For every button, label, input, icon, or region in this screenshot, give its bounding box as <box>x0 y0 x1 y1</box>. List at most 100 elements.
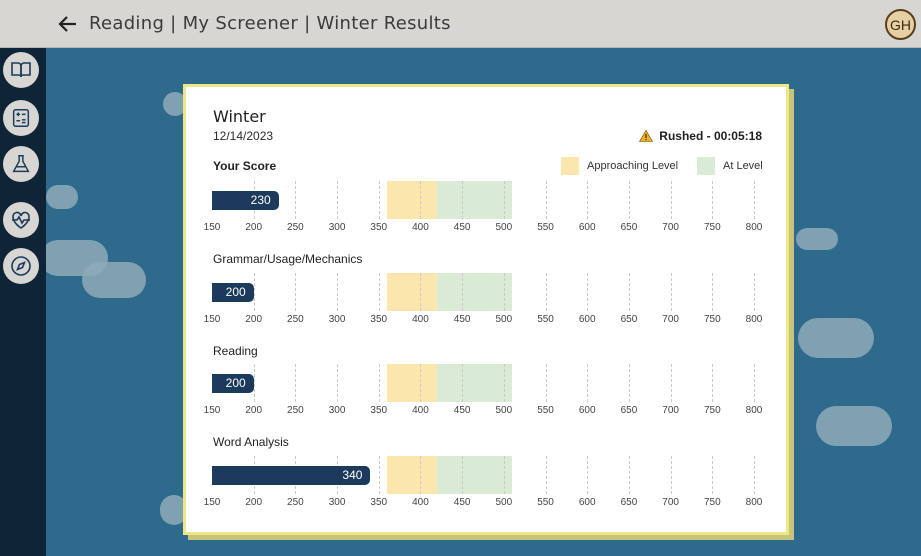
tick-label: 600 <box>578 405 596 416</box>
cloud <box>798 318 874 358</box>
section-label-word-analysis: Word Analysis <box>213 435 289 449</box>
tick-label: 650 <box>620 405 638 416</box>
gridline <box>462 456 464 494</box>
gridline <box>462 181 464 219</box>
gridline <box>754 456 755 494</box>
gridline <box>712 181 714 219</box>
tick-label: 250 <box>287 405 304 416</box>
gridline <box>337 181 339 219</box>
tick-label: 550 <box>537 314 554 325</box>
sidebar-item-math[interactable] <box>3 100 39 136</box>
gridline <box>670 364 672 402</box>
gridline <box>503 273 505 311</box>
tick-label: 150 <box>203 497 221 508</box>
band-at-level <box>437 456 513 494</box>
cloud <box>796 228 838 250</box>
gridline <box>628 364 630 402</box>
cloud <box>46 185 78 209</box>
tick-label: 300 <box>328 222 346 233</box>
tick-label: 500 <box>495 497 513 508</box>
band-at-level <box>437 273 513 311</box>
tick-label: 350 <box>370 222 388 233</box>
sidebar-item-explore[interactable] <box>3 248 39 284</box>
gridline <box>754 273 755 311</box>
legend-swatch-at-level <box>697 157 715 175</box>
sidebar <box>0 0 46 556</box>
tick-label: 350 <box>370 314 388 325</box>
section-label-reading: Reading <box>213 344 258 358</box>
gridline <box>378 181 380 219</box>
tick-label: 800 <box>745 222 763 233</box>
gridline <box>295 364 297 402</box>
score-chart-your-score: 150 200 250 300 350 400 450 500 550 600 650 700 750 8… <box>186 181 792 237</box>
back-button[interactable] <box>54 10 82 38</box>
gridline <box>587 364 589 402</box>
gridline <box>545 273 547 311</box>
calculator-icon <box>12 109 30 127</box>
gridline <box>587 456 589 494</box>
tick-label: 600 <box>578 314 596 325</box>
tick-label: 550 <box>537 497 554 508</box>
tick-label: 500 <box>495 314 513 325</box>
gridline <box>420 364 422 402</box>
test-date: 12/14/2023 <box>213 129 274 143</box>
gridline <box>587 273 589 311</box>
gridline <box>545 456 547 494</box>
gridline <box>712 364 714 402</box>
tick-label: 800 <box>745 497 763 508</box>
gridline <box>295 181 297 219</box>
band-at-level <box>437 364 513 402</box>
gridline <box>337 273 339 311</box>
tick-label: 650 <box>620 497 638 508</box>
tick-label: 800 <box>745 405 763 416</box>
heart-pulse-icon <box>12 211 30 229</box>
tick-label: 150 <box>203 314 221 325</box>
gridline <box>670 456 672 494</box>
band-approaching-level <box>387 364 438 402</box>
tick-label: 550 <box>537 405 554 416</box>
tick-label: 400 <box>412 222 429 233</box>
gridline <box>378 364 380 402</box>
avatar[interactable]: GH <box>885 9 916 40</box>
gridline <box>628 181 630 219</box>
tick-label: 200 <box>245 497 263 508</box>
score-chart-reading: 150 200 250 300 350 400 450 500 550 600 650 700 750 8… <box>186 364 792 420</box>
tick-label: 750 <box>703 405 721 416</box>
gridline <box>420 456 422 494</box>
tick-label: 250 <box>287 314 304 325</box>
sidebar-item-health[interactable] <box>3 202 39 238</box>
tick-label: 400 <box>412 405 429 416</box>
tick-label: 700 <box>662 497 679 508</box>
gridline <box>253 364 255 402</box>
gridline <box>503 181 505 219</box>
arrow-left-icon <box>58 16 76 32</box>
flask-icon <box>12 155 30 173</box>
legend-approaching: Approaching Level <box>561 157 678 175</box>
gridline <box>337 364 339 402</box>
gridline <box>712 456 714 494</box>
tick-label: 750 <box>703 497 721 508</box>
section-label-grammar: Grammar/Usage/Mechanics <box>213 252 363 266</box>
tick-label: 450 <box>453 314 471 325</box>
band-approaching-level <box>387 181 438 219</box>
tick-label: 800 <box>745 314 763 325</box>
gridline <box>712 273 714 311</box>
tick-label: 500 <box>495 222 513 233</box>
gridline <box>545 181 547 219</box>
gridline <box>503 456 505 494</box>
sidebar-item-science[interactable] <box>3 146 39 182</box>
tick-label: 250 <box>287 222 304 233</box>
tick-label: 200 <box>245 405 263 416</box>
tick-label: 300 <box>328 497 346 508</box>
gridline <box>670 273 672 311</box>
band-approaching-level <box>387 273 438 311</box>
gridline <box>754 364 755 402</box>
gridline <box>503 364 505 402</box>
tick-label: 350 <box>370 405 388 416</box>
tick-label: 550 <box>537 222 554 233</box>
tick-label: 400 <box>412 497 429 508</box>
tick-label: 150 <box>203 222 221 233</box>
sidebar-item-reading[interactable] <box>3 52 39 88</box>
legend-label-at-level: At Level <box>723 160 763 172</box>
tick-label: 400 <box>412 314 429 325</box>
